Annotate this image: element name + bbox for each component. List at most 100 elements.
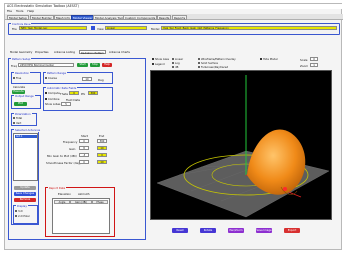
disp-2d-radio[interactable] [15, 215, 17, 217]
values-row-start[interactable]: 8 [79, 146, 89, 150]
start-button[interactable]: Start [77, 63, 88, 67]
combine-option[interactable]: Combine [45, 98, 60, 101]
pol-vert-option[interactable]: Vert [13, 122, 21, 125]
pol-total-radio[interactable] [13, 117, 15, 119]
values-row-end[interactable]: 0 [97, 153, 107, 157]
step-input[interactable]: 5 [61, 102, 71, 106]
opt-axes[interactable]: Show Axes [152, 58, 169, 61]
opt-surface[interactable]: Solid Surface [198, 62, 218, 65]
save-image-button[interactable]: Save Image [256, 228, 272, 233]
theta-label: Theta [60, 92, 69, 96]
antenna-list-item-selected[interactable]: Ant.1 [15, 135, 37, 138]
tab-model-viewer[interactable]: Model Viewer [71, 15, 95, 20]
menu-tools[interactable]: Tools [16, 9, 23, 13]
opt-axes-checkbox[interactable] [152, 58, 154, 60]
update-button[interactable]: Update [14, 186, 36, 190]
tab-model-analysis[interactable]: Model Analysis Tool [93, 15, 126, 20]
stop-button[interactable]: Stop [90, 63, 100, 67]
res-value-input[interactable]: 10 [82, 77, 92, 81]
display-group: Display 3-D 2-D Polar [13, 204, 38, 224]
zoom-input[interactable]: 1 [310, 63, 318, 67]
res-coarse-radio[interactable] [45, 77, 47, 79]
combine-checkbox[interactable] [45, 98, 47, 100]
model-select[interactable]: Yagi_5el_Front_Back_Gain_Opt_Patterns_Fr… [161, 26, 337, 30]
values-row-start[interactable]: 0 [79, 160, 89, 164]
theta-input[interactable]: 0 [69, 91, 79, 95]
res-coarse-option[interactable]: Coarse [45, 77, 57, 80]
pol-vert-radio[interactable] [13, 122, 15, 124]
save-changes-button[interactable]: Save Changes [14, 192, 36, 196]
report-tab-elevation[interactable]: Elevation [58, 192, 71, 196]
menu-file[interactable]: File [7, 9, 12, 13]
menu-help[interactable]: Help [27, 9, 34, 13]
opt-linear-radio[interactable] [172, 58, 174, 60]
report-tab-azimuth[interactable]: Azimuth [78, 192, 90, 196]
tab-results[interactable]: Results [157, 15, 172, 20]
opt-pattern[interactable]: Wireframe/Pattern Overlay [198, 58, 236, 61]
rotate-button[interactable]: Rotate [200, 228, 216, 233]
values-row-start[interactable]: -3 [79, 153, 89, 157]
res-unit-label: Deg [98, 78, 104, 82]
reset-view-button[interactable]: Reset [172, 228, 188, 233]
tab-custom-components[interactable]: Custom Components [123, 15, 158, 20]
opt-log[interactable]: Log [172, 62, 180, 65]
tab-reports[interactable]: Reports [172, 15, 188, 20]
opt-fullscreen-radio[interactable] [198, 66, 200, 68]
opt-log-label: Log [175, 62, 180, 65]
view-options-bar: Show Axes Legend Linear Log dB Wireframe… [150, 57, 332, 69]
values-row-end[interactable]: 10 [97, 160, 107, 164]
res-fine-option[interactable]: Fine [13, 77, 21, 80]
opt-pattern-radio[interactable] [198, 58, 200, 60]
subtab-model-geometry[interactable]: Model Geometry [9, 50, 33, 54]
opt-db[interactable]: dB [172, 66, 178, 69]
report-table[interactable]: Angle Gain (dBi) Phase [52, 198, 110, 234]
file-browse-icon[interactable] [91, 26, 95, 30]
opt-linear[interactable]: Linear [172, 58, 183, 61]
pattern-3d-viewport[interactable] [150, 70, 332, 220]
view-select[interactable]: Linear [105, 26, 147, 30]
zoom-label: Zoom [300, 64, 309, 68]
tab-mesh-info[interactable]: Mesh Info [54, 15, 73, 20]
view-label: View [97, 27, 104, 31]
tab-model-builder[interactable]: Model Builder [30, 15, 54, 20]
compute-checkbox[interactable] [45, 92, 47, 94]
opt-hide-checkbox[interactable] [260, 58, 262, 60]
menu-bar: File Tools Help [5, 9, 343, 13]
disp-3d-radio[interactable] [15, 210, 17, 212]
tab-model-setup[interactable]: Model Setup [7, 15, 30, 20]
resolution-group: Resolution Fine [11, 71, 41, 84]
subtab-properties[interactable]: Properties [34, 50, 50, 54]
opt-fullscreen[interactable]: Fullscreen/Raytraced [198, 66, 228, 69]
pol-total-option[interactable]: Total [13, 117, 22, 120]
antenna-list[interactable]: Ant.1 [13, 133, 38, 181]
values-row-end[interactable]: 360 [97, 139, 107, 143]
pattern-3d-canvas[interactable] [151, 71, 333, 221]
opt-log-radio[interactable] [172, 62, 174, 64]
freq-select[interactable]: 2450 MHz Nominal Center [18, 63, 74, 67]
opt-legend[interactable]: Legend [152, 63, 165, 66]
opt-legend-checkbox[interactable] [152, 63, 154, 65]
opt-linear-label: Linear [175, 58, 184, 61]
subtab-antenna-charts[interactable]: Antenna Charts [108, 50, 131, 54]
remove-button[interactable]: Remove [14, 198, 36, 202]
opt-surface-radio[interactable] [198, 62, 200, 64]
compute-option[interactable]: Compute [45, 92, 60, 95]
file-select[interactable]: NEC_Yagi_Model.nec [19, 26, 87, 30]
subtab-radiation-pattern[interactable]: Radiation Pattern [79, 50, 107, 55]
disp-3d-option[interactable]: 3-D [15, 210, 23, 213]
phi-input[interactable]: 360 [88, 91, 98, 95]
pan-zoom-button[interactable]: Pan/Zoom [228, 228, 244, 233]
help-button[interactable]: Help [102, 63, 112, 67]
disp-2d-option[interactable]: 2-D Polar [15, 215, 30, 218]
values-row-end[interactable]: 10 [97, 146, 107, 150]
plot-button[interactable]: Plot [14, 102, 27, 106]
opt-db-radio[interactable] [172, 66, 174, 68]
export-button[interactable]: Export [284, 228, 300, 233]
selected-antennas-group: Selected Antennas Ant.1 Update Save Chan… [11, 128, 42, 225]
opt-surface-label: Solid Surface [201, 62, 219, 65]
scale-input[interactable]: 0 [310, 57, 318, 61]
opt-hide[interactable]: Hide Model [260, 58, 278, 61]
res-fine-radio[interactable] [13, 77, 15, 79]
values-row-start[interactable]: 0 [79, 139, 89, 143]
subtab-antenna-listing[interactable]: Antenna Listing [53, 50, 76, 54]
